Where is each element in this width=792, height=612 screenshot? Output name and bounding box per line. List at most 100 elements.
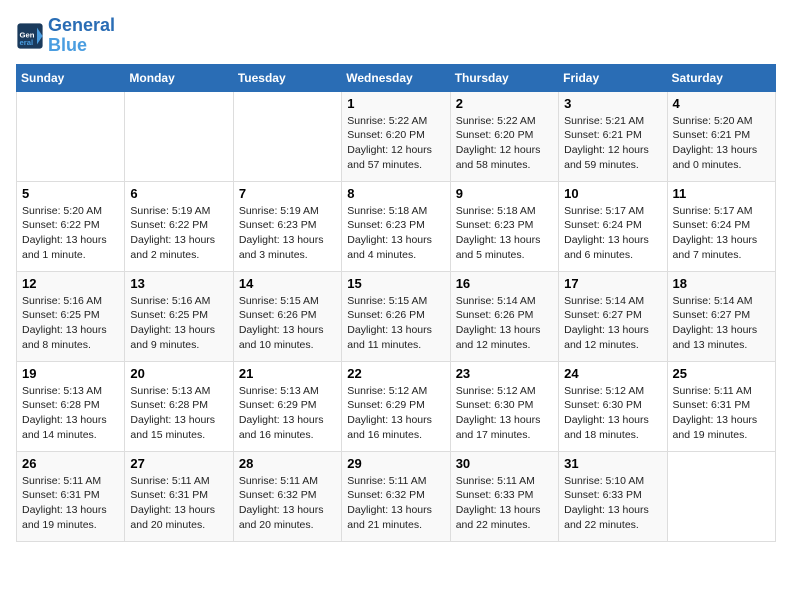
day-number: 20 [130,366,227,381]
day-number: 23 [456,366,553,381]
day-number: 28 [239,456,336,471]
day-cell [17,91,125,181]
day-info: Sunrise: 5:18 AMSunset: 6:23 PMDaylight:… [456,204,553,263]
day-number: 21 [239,366,336,381]
day-number: 15 [347,276,444,291]
day-info: Sunrise: 5:13 AMSunset: 6:28 PMDaylight:… [22,384,119,443]
day-info: Sunrise: 5:17 AMSunset: 6:24 PMDaylight:… [673,204,770,263]
day-number: 26 [22,456,119,471]
day-info: Sunrise: 5:13 AMSunset: 6:29 PMDaylight:… [239,384,336,443]
day-info: Sunrise: 5:20 AMSunset: 6:22 PMDaylight:… [22,204,119,263]
day-cell: 8 Sunrise: 5:18 AMSunset: 6:23 PMDaylight… [342,181,450,271]
day-number: 18 [673,276,770,291]
day-number: 27 [130,456,227,471]
day-number: 22 [347,366,444,381]
day-info: Sunrise: 5:16 AMSunset: 6:25 PMDaylight:… [22,294,119,353]
day-number: 30 [456,456,553,471]
day-cell: 2 Sunrise: 5:22 AMSunset: 6:20 PMDaylight… [450,91,558,181]
day-info: Sunrise: 5:18 AMSunset: 6:23 PMDaylight:… [347,204,444,263]
day-number: 16 [456,276,553,291]
day-info: Sunrise: 5:15 AMSunset: 6:26 PMDaylight:… [239,294,336,353]
week-row-4: 19 Sunrise: 5:13 AMSunset: 6:28 PMDayligh… [17,361,776,451]
day-number: 17 [564,276,661,291]
day-cell: 13 Sunrise: 5:16 AMSunset: 6:25 PMDayligh… [125,271,233,361]
day-number: 25 [673,366,770,381]
day-cell: 7Sunrise: 5:19 AMSunset: 6:23 PMDaylight… [233,181,341,271]
day-number: 24 [564,366,661,381]
day-cell: 31 Sunrise: 5:10 AMSunset: 6:33 PMDayligh… [559,451,667,541]
day-number: 3 [564,96,661,111]
page-header: Gen eral GeneralBlue [16,16,776,56]
day-info: Sunrise: 5:11 AMSunset: 6:33 PMDaylight:… [456,474,553,533]
day-header-saturday: Saturday [667,64,775,91]
day-cell: 28 Sunrise: 5:11 AMSunset: 6:32 PMDayligh… [233,451,341,541]
calendar-table: SundayMondayTuesdayWednesdayThursdayFrid… [16,64,776,542]
day-info: Sunrise: 5:12 AMSunset: 6:30 PMDaylight:… [564,384,661,443]
day-header-thursday: Thursday [450,64,558,91]
day-cell [125,91,233,181]
day-cell: 10 Sunrise: 5:17 AMSunset: 6:24 PMDayligh… [559,181,667,271]
day-header-sunday: Sunday [17,64,125,91]
day-cell: 17 Sunrise: 5:14 AMSunset: 6:27 PMDayligh… [559,271,667,361]
day-cell: 23 Sunrise: 5:12 AMSunset: 6:30 PMDayligh… [450,361,558,451]
day-number: 31 [564,456,661,471]
week-row-3: 12 Sunrise: 5:16 AMSunset: 6:25 PMDayligh… [17,271,776,361]
day-number: 10 [564,186,661,201]
day-info: Sunrise: 5:22 AMSunset: 6:20 PMDaylight:… [456,114,553,173]
day-cell: 29Sunrise: 5:11 AMSunset: 6:32 PMDayligh… [342,451,450,541]
svg-text:eral: eral [20,38,34,47]
day-info: Sunrise: 5:11 AMSunset: 6:31 PMDaylight:… [130,474,227,533]
day-number: 7 [239,186,336,201]
day-info: Sunrise: 5:22 AMSunset: 6:20 PMDaylight:… [347,114,444,173]
day-number: 2 [456,96,553,111]
day-info: Sunrise: 5:17 AMSunset: 6:24 PMDaylight:… [564,204,661,263]
day-cell: 26 Sunrise: 5:11 AMSunset: 6:31 PMDayligh… [17,451,125,541]
day-info: Sunrise: 5:12 AMSunset: 6:29 PMDaylight:… [347,384,444,443]
day-cell: 6 Sunrise: 5:19 AMSunset: 6:22 PMDaylight… [125,181,233,271]
day-cell: 5 Sunrise: 5:20 AMSunset: 6:22 PMDaylight… [17,181,125,271]
day-number: 13 [130,276,227,291]
day-info: Sunrise: 5:15 AMSunset: 6:26 PMDaylight:… [347,294,444,353]
day-info: Sunrise: 5:12 AMSunset: 6:30 PMDaylight:… [456,384,553,443]
day-header-tuesday: Tuesday [233,64,341,91]
calendar-body: 1 Sunrise: 5:22 AMSunset: 6:20 PMDaylight… [17,91,776,541]
logo: Gen eral GeneralBlue [16,16,115,56]
day-cell: 9 Sunrise: 5:18 AMSunset: 6:23 PMDaylight… [450,181,558,271]
day-header-wednesday: Wednesday [342,64,450,91]
day-number: 14 [239,276,336,291]
day-info: Sunrise: 5:14 AMSunset: 6:26 PMDaylight:… [456,294,553,353]
day-cell: 11Sunrise: 5:17 AMSunset: 6:24 PMDayligh… [667,181,775,271]
day-cell: 16 Sunrise: 5:14 AMSunset: 6:26 PMDayligh… [450,271,558,361]
day-info: Sunrise: 5:10 AMSunset: 6:33 PMDaylight:… [564,474,661,533]
day-info: Sunrise: 5:11 AMSunset: 6:31 PMDaylight:… [22,474,119,533]
day-header-friday: Friday [559,64,667,91]
calendar-header: SundayMondayTuesdayWednesdayThursdayFrid… [17,64,776,91]
day-cell: 1 Sunrise: 5:22 AMSunset: 6:20 PMDaylight… [342,91,450,181]
day-info: Sunrise: 5:19 AMSunset: 6:22 PMDaylight:… [130,204,227,263]
days-header-row: SundayMondayTuesdayWednesdayThursdayFrid… [17,64,776,91]
day-cell: 22 Sunrise: 5:12 AMSunset: 6:29 PMDayligh… [342,361,450,451]
day-info: Sunrise: 5:21 AMSunset: 6:21 PMDaylight:… [564,114,661,173]
day-number: 6 [130,186,227,201]
day-cell: 4Sunrise: 5:20 AMSunset: 6:21 PMDaylight… [667,91,775,181]
day-number: 12 [22,276,119,291]
day-info: Sunrise: 5:14 AMSunset: 6:27 PMDaylight:… [673,294,770,353]
day-cell: 25 Sunrise: 5:11 AMSunset: 6:31 PMDayligh… [667,361,775,451]
day-info: Sunrise: 5:14 AMSunset: 6:27 PMDaylight:… [564,294,661,353]
day-cell: 14 Sunrise: 5:15 AMSunset: 6:26 PMDayligh… [233,271,341,361]
day-cell: 15 Sunrise: 5:15 AMSunset: 6:26 PMDayligh… [342,271,450,361]
day-number: 29 [347,456,444,471]
day-cell: 18 Sunrise: 5:14 AMSunset: 6:27 PMDayligh… [667,271,775,361]
day-number: 19 [22,366,119,381]
day-number: 5 [22,186,119,201]
day-number: 9 [456,186,553,201]
day-info: Sunrise: 5:11 AMSunset: 6:31 PMDaylight:… [673,384,770,443]
day-info: Sunrise: 5:16 AMSunset: 6:25 PMDaylight:… [130,294,227,353]
day-cell: 30 Sunrise: 5:11 AMSunset: 6:33 PMDayligh… [450,451,558,541]
day-number: 8 [347,186,444,201]
day-number: 1 [347,96,444,111]
day-info: Sunrise: 5:11 AMSunset: 6:32 PMDaylight:… [239,474,336,533]
day-cell: 20Sunrise: 5:13 AMSunset: 6:28 PMDayligh… [125,361,233,451]
day-cell: 24 Sunrise: 5:12 AMSunset: 6:30 PMDayligh… [559,361,667,451]
day-cell: 27 Sunrise: 5:11 AMSunset: 6:31 PMDayligh… [125,451,233,541]
